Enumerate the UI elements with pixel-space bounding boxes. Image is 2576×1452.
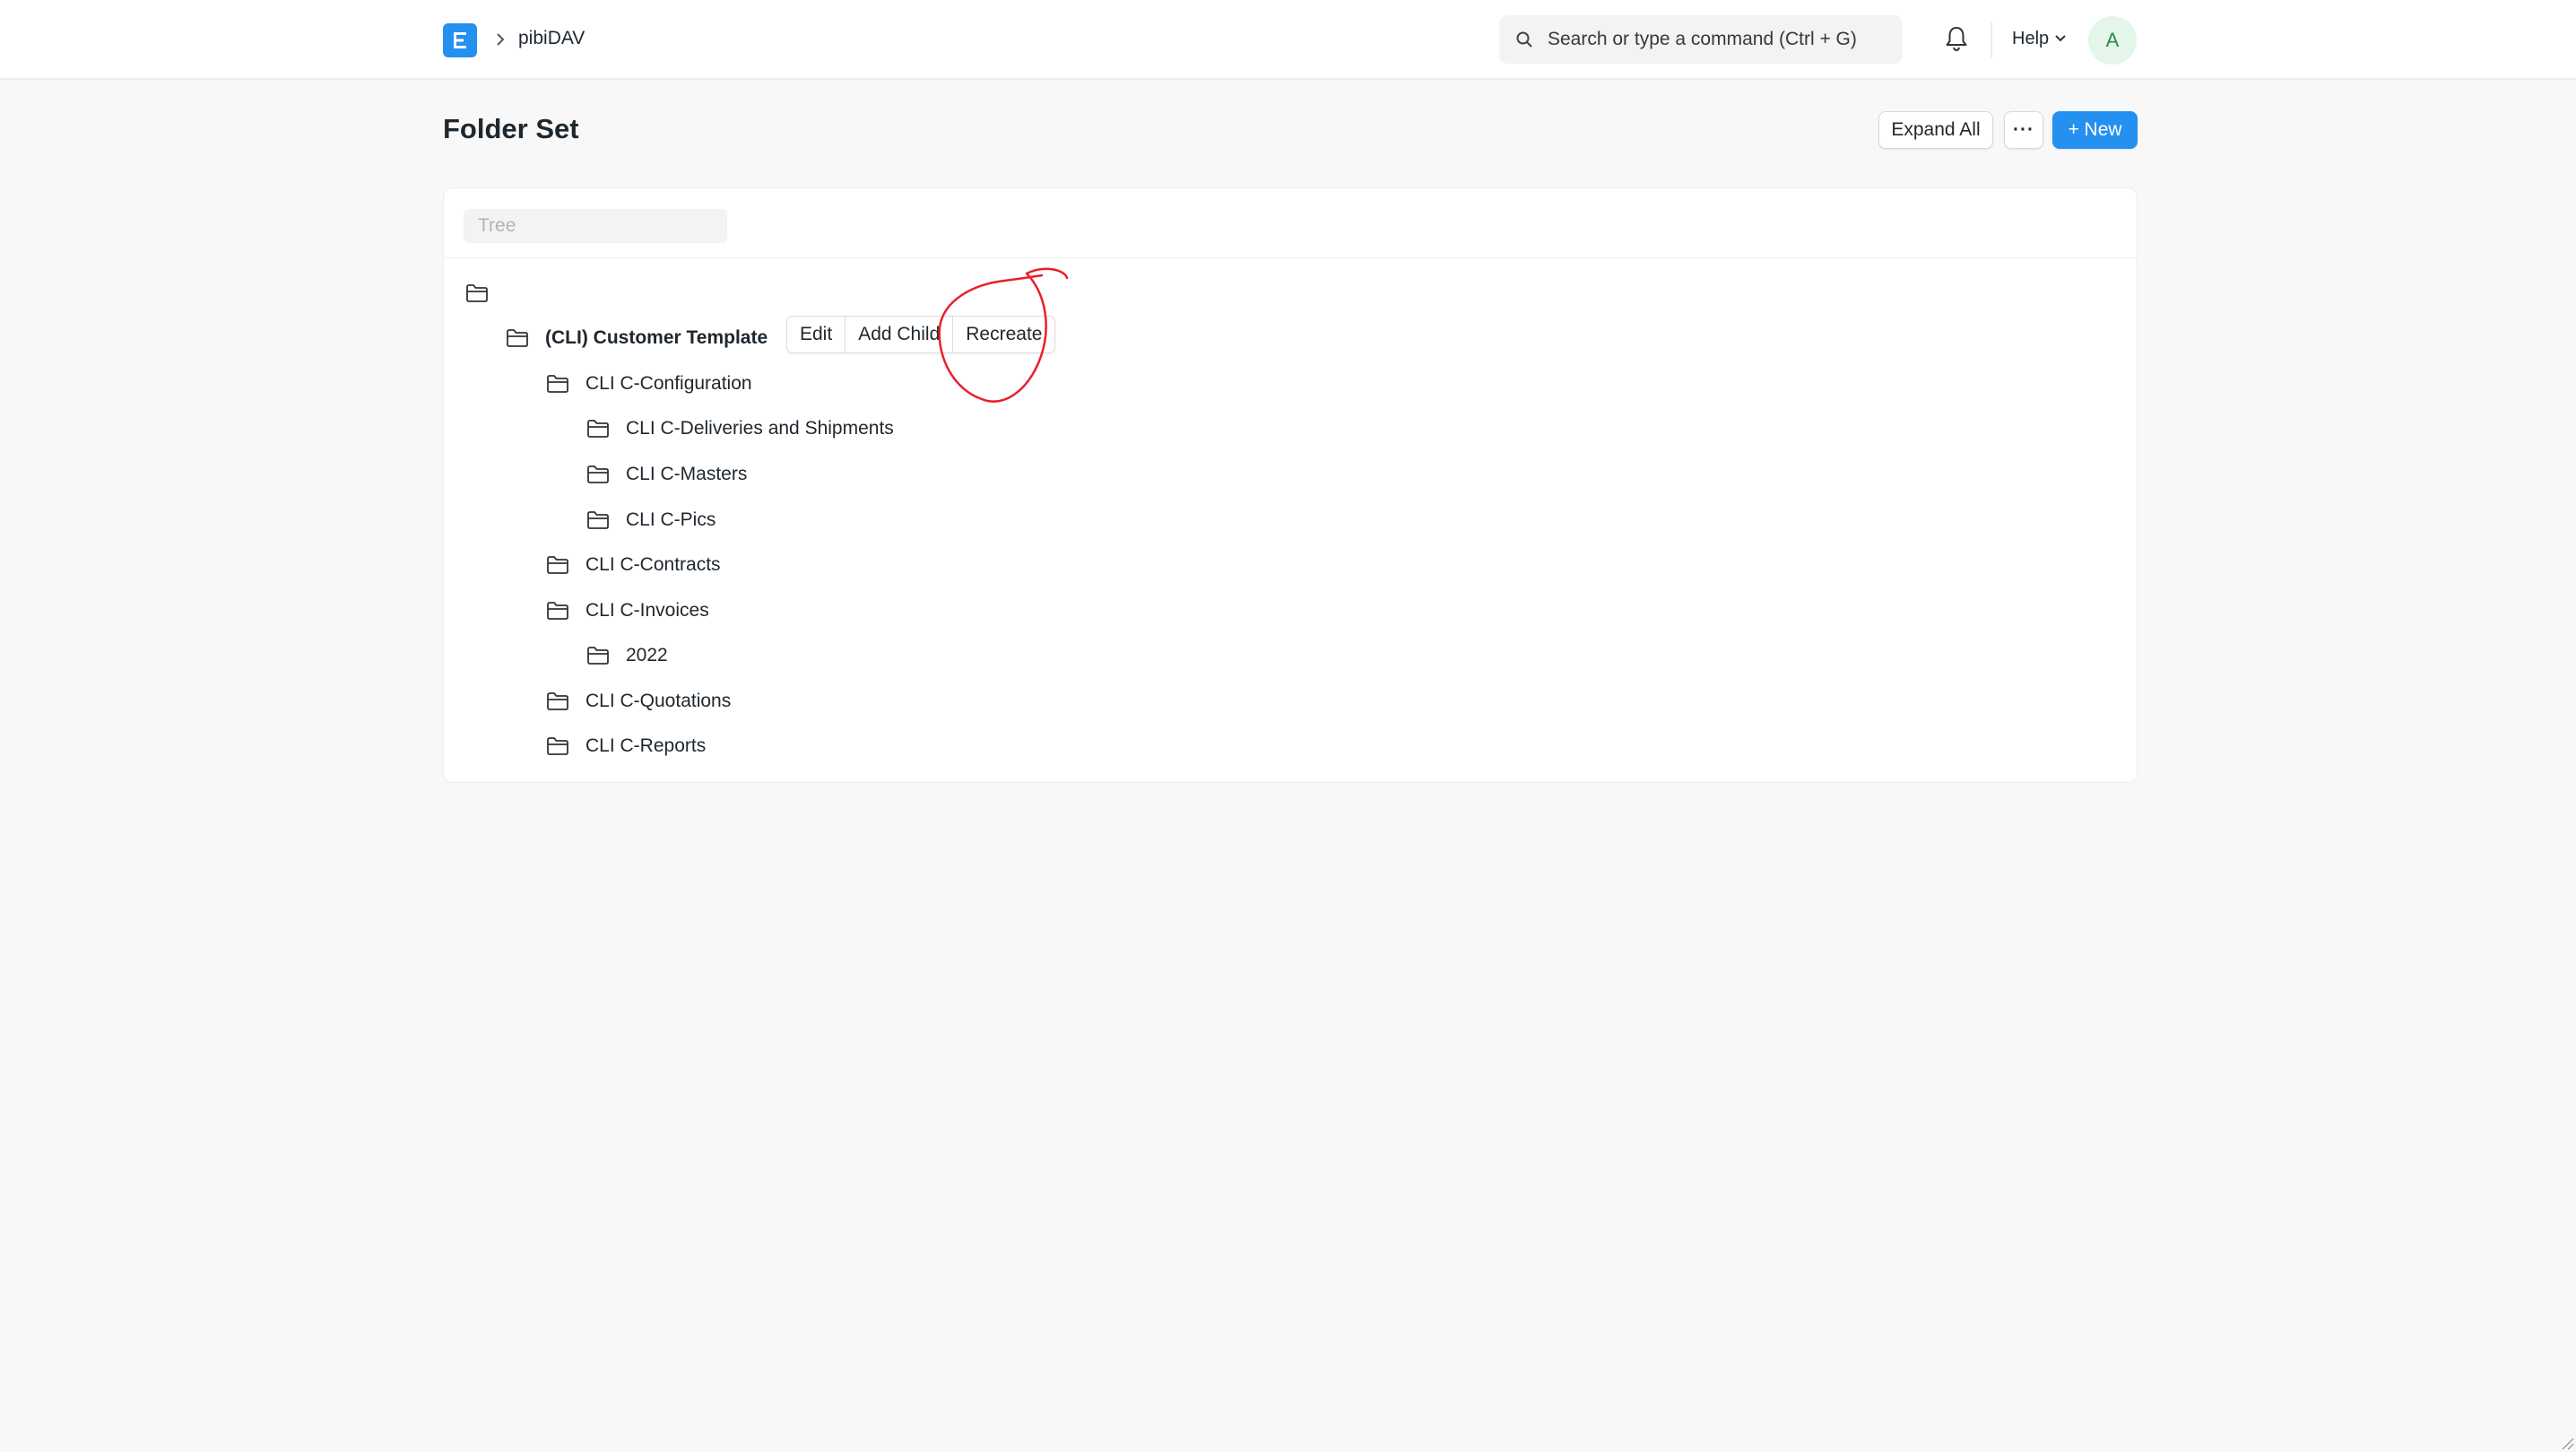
recreate-button[interactable]: Recreate — [953, 317, 1054, 352]
add-child-button[interactable]: Add Child — [846, 317, 954, 352]
tree-node-contracts[interactable]: CLI C-Contracts — [546, 550, 721, 580]
tree-node-actions: Edit Add Child Recreate — [786, 316, 1056, 353]
folder-icon — [587, 465, 609, 483]
expand-all-button[interactable]: Expand All — [1878, 111, 1993, 149]
notification-bell-icon[interactable] — [1944, 25, 1969, 52]
tree-node-pics[interactable]: CLI C-Pics — [586, 505, 716, 535]
navbar-divider — [1991, 22, 1992, 57]
folder-icon — [547, 737, 568, 755]
page-title: Folder Set — [443, 113, 579, 144]
tree-node-masters[interactable]: CLI C-Masters — [586, 459, 747, 490]
tree-node-quotations[interactable]: CLI C-Quotations — [546, 686, 731, 717]
folder-icon — [547, 375, 568, 393]
tree-card-header — [444, 188, 2137, 258]
folder-icon — [587, 420, 609, 438]
search-input[interactable] — [1548, 15, 1888, 64]
folder-icon — [547, 692, 568, 710]
search-bar[interactable] — [1499, 15, 1903, 64]
folder-icon — [587, 647, 609, 665]
tree-node-customer-template[interactable]: (CLI) Customer Template — [506, 323, 768, 353]
tree-node-label: 2022 — [626, 645, 668, 665]
search-icon — [1516, 31, 1532, 48]
avatar[interactable]: A — [2088, 16, 2137, 65]
navbar: pibiDAV Help A — [0, 0, 2576, 80]
tree-node-label: (CLI) Customer Template — [545, 327, 768, 348]
folder-icon — [507, 329, 528, 347]
tree-node-label: CLI C-Deliveries and Shipments — [626, 418, 894, 439]
folder-icon — [466, 284, 488, 302]
tree-node-label: CLI C-Pics — [626, 509, 716, 530]
help-dropdown[interactable]: Help — [2012, 25, 2067, 52]
folder-icon — [547, 602, 568, 620]
tree-node-label: CLI C-Contracts — [585, 554, 721, 575]
app-logo-icon — [454, 32, 466, 48]
tree-filter-input[interactable] — [464, 209, 727, 243]
resize-grip-icon[interactable] — [2560, 1436, 2574, 1450]
tree-node-label: CLI C-Masters — [626, 464, 748, 484]
tree-node-label: CLI C-Quotations — [585, 691, 732, 711]
folder-icon — [547, 556, 568, 574]
tree-node-configuration[interactable]: CLI C-Configuration — [546, 369, 752, 399]
tree-node-invoices[interactable]: CLI C-Invoices — [546, 596, 709, 626]
folder-icon — [587, 511, 609, 529]
new-button[interactable]: + New — [2052, 111, 2138, 149]
tree-node-label: CLI C-Invoices — [585, 600, 709, 621]
breadcrumb-link[interactable]: pibiDAV — [518, 25, 585, 52]
chevron-right-icon — [493, 29, 507, 50]
chevron-down-icon — [2055, 35, 2066, 42]
more-actions-button[interactable]: ··· — [2004, 111, 2043, 149]
tree-node-deliveries[interactable]: CLI C-Deliveries and Shipments — [586, 413, 894, 444]
tree-node-reports[interactable]: CLI C-Reports — [546, 731, 706, 761]
help-label: Help — [2012, 29, 2050, 48]
tree-node-2022[interactable]: 2022 — [586, 640, 668, 671]
app-logo[interactable] — [443, 23, 477, 57]
tree-root-node[interactable] — [465, 278, 505, 309]
tree-node-label: CLI C-Reports — [585, 735, 707, 756]
edit-button[interactable]: Edit — [787, 317, 846, 352]
tree-node-label: CLI C-Configuration — [585, 373, 752, 394]
